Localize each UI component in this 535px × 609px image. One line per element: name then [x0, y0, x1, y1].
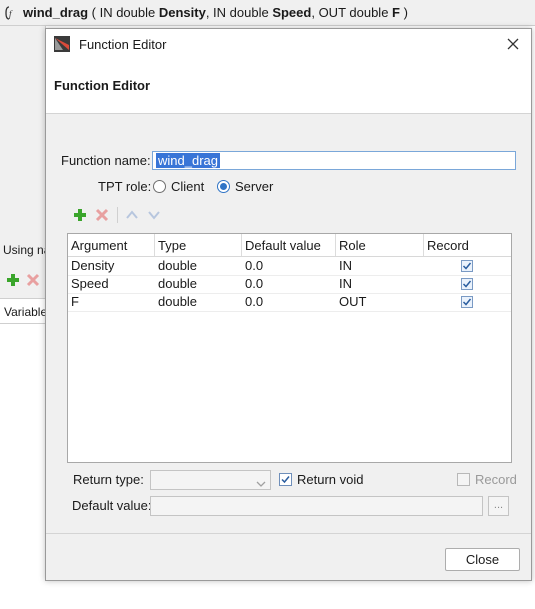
role-server-radio[interactable]	[217, 180, 230, 193]
record-checkbox[interactable]	[461, 296, 473, 308]
function-signature: wind_drag ( IN double Density, IN double…	[23, 5, 408, 20]
footer-separator	[46, 533, 531, 534]
column-header-default-value[interactable]: Default value	[242, 234, 336, 256]
signature-separator: ,	[205, 5, 214, 20]
signature-function-name: wind_drag	[23, 5, 89, 20]
return-type-select[interactable]	[150, 470, 271, 490]
type-cell[interactable]: double	[155, 293, 242, 311]
table-row[interactable]: Density double 0.0 IN	[68, 257, 511, 276]
signature-separator: ,	[311, 5, 319, 20]
record-return-label: Record	[475, 472, 517, 487]
default-value-cell[interactable]: 0.0	[242, 275, 336, 293]
signature-open: (	[88, 5, 100, 20]
role-server-label[interactable]: Server	[235, 179, 273, 194]
function-icon: f	[5, 5, 19, 20]
default-value-label: Default value:	[72, 498, 152, 513]
dialog-titlebar: Function Editor	[46, 29, 531, 59]
function-signature-bar: f wind_drag ( IN double Density, IN doub…	[0, 0, 535, 26]
add-icon[interactable]	[6, 273, 20, 290]
role-cell[interactable]: IN	[336, 275, 424, 293]
record-cell	[424, 257, 511, 275]
column-header-role[interactable]: Role	[336, 234, 424, 256]
column-header-type[interactable]: Type	[155, 234, 242, 256]
signature-param-mode: IN double	[99, 5, 159, 20]
dialog-header: Function Editor	[46, 59, 531, 114]
signature-param-name: Speed	[272, 5, 312, 20]
add-icon[interactable]	[72, 207, 88, 223]
signature-param-name: Density	[158, 5, 206, 20]
arguments-table: Argument Type Default value Role Record …	[67, 233, 512, 463]
column-header-argument[interactable]: Argument	[68, 234, 155, 256]
column-header-record[interactable]: Record	[424, 234, 511, 256]
role-cell[interactable]: IN	[336, 257, 424, 275]
signature-param-mode: IN double	[213, 5, 273, 20]
record-checkbox[interactable]	[461, 260, 473, 272]
move-down-icon[interactable]	[146, 207, 162, 223]
delete-icon[interactable]	[94, 207, 110, 223]
table-row[interactable]: F double 0.0 OUT	[68, 293, 511, 312]
default-value-cell[interactable]: 0.0	[242, 257, 336, 275]
toolbar-separator	[117, 207, 118, 223]
default-value-input[interactable]	[150, 496, 483, 516]
background-toolbar	[6, 273, 40, 290]
signature-param-name: F	[392, 5, 400, 20]
dialog-header-title: Function Editor	[54, 78, 151, 93]
signature-close: )	[399, 5, 408, 20]
close-icon[interactable]	[505, 36, 521, 52]
using-namespace-label: Using na	[3, 243, 51, 257]
function-editor-dialog: Function Editor Function Editor Function…	[45, 28, 532, 581]
record-return-checkbox[interactable]	[457, 473, 470, 486]
record-cell	[424, 275, 511, 293]
signature-param-mode: OUT double	[318, 5, 393, 20]
type-cell[interactable]: double	[155, 257, 242, 275]
record-checkbox[interactable]	[461, 278, 473, 290]
role-cell[interactable]: OUT	[336, 293, 424, 311]
table-header-row: Argument Type Default value Role Record	[68, 234, 511, 257]
chevron-down-icon	[256, 476, 266, 491]
role-client-label[interactable]: Client	[171, 179, 204, 194]
function-name-input[interactable]: wind_drag	[152, 151, 516, 170]
type-cell[interactable]: double	[155, 275, 242, 293]
variables-list	[0, 324, 46, 609]
record-cell	[424, 293, 511, 311]
background-panel: Using na Variable	[0, 26, 50, 609]
close-button[interactable]: Close	[445, 548, 520, 571]
function-name-value: wind_drag	[156, 153, 220, 168]
argument-cell[interactable]: Speed	[68, 275, 155, 293]
browse-button[interactable]: ...	[488, 496, 509, 516]
app-icon	[54, 36, 70, 52]
tpt-role-label: TPT role:	[98, 179, 152, 194]
dialog-title: Function Editor	[79, 36, 167, 52]
argument-cell[interactable]: F	[68, 293, 155, 311]
role-client-radio[interactable]	[153, 180, 166, 193]
move-up-icon[interactable]	[124, 207, 140, 223]
variables-column-header[interactable]: Variable	[0, 298, 46, 324]
function-name-label: Function name:	[61, 153, 151, 168]
delete-icon[interactable]	[26, 273, 40, 290]
svg-text:f: f	[9, 9, 13, 19]
argument-cell[interactable]: Density	[68, 257, 155, 275]
table-row[interactable]: Speed double 0.0 IN	[68, 275, 511, 294]
return-type-label: Return type:	[73, 472, 144, 487]
return-void-checkbox[interactable]	[279, 473, 292, 486]
default-value-cell[interactable]: 0.0	[242, 293, 336, 311]
return-void-label[interactable]: Return void	[297, 472, 363, 487]
